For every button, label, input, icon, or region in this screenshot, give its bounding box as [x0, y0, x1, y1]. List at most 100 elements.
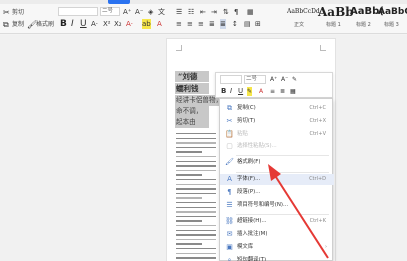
mini-italic-button[interactable]: I — [230, 87, 232, 96]
menu-item-label: 字体(F)... — [237, 176, 261, 182]
border-dropdown-icon[interactable]: ⊞ — [255, 19, 261, 29]
menu-item-format-painter[interactable]: 🖌 格式刷(F) — [220, 157, 334, 168]
menu-item-cut[interactable]: ✂ 剪切(T) Ctrl+X — [220, 116, 334, 127]
body-text-line — [176, 169, 216, 172]
body-text-line — [176, 243, 202, 245]
copy-icon: ⧉ — [227, 104, 232, 112]
menu-item-shortcut: Ctrl+K — [309, 218, 326, 224]
justify-icon[interactable]: ≣ — [209, 19, 215, 29]
mini-align-icon[interactable]: ≡ — [270, 87, 275, 96]
menu-item-hyperlink[interactable]: ⛓ 超链接(H)... Ctrl+K — [220, 216, 334, 227]
paste-special-icon: ▢ — [226, 142, 233, 150]
selected-text-line-4: 命不调， — [176, 107, 203, 115]
mini-font-dropdown[interactable] — [220, 75, 242, 84]
mini-styles-icon[interactable]: ✎ — [292, 75, 297, 84]
menu-item-template[interactable]: ▣ 模文库 › — [220, 242, 334, 253]
format-painter-button[interactable]: 格式刷 — [36, 21, 54, 29]
line-spacing-icon[interactable]: ↕ — [232, 19, 238, 29]
body-text-line — [176, 252, 216, 254]
style-normal[interactable]: AaBbCcDd 正文 — [287, 3, 320, 31]
font-color-icon[interactable]: A· — [126, 19, 133, 29]
mini-line-spacing-icon[interactable]: ≣ — [280, 87, 285, 96]
copy-button[interactable]: 复制 — [12, 21, 24, 29]
increase-indent-icon[interactable]: ⇥ — [211, 7, 217, 17]
menu-item-search[interactable]: ⌕ 短句翻译(T) — [220, 255, 334, 261]
mini-border-icon[interactable]: ▦ — [290, 87, 296, 96]
mini-font-color-icon[interactable]: A — [259, 87, 263, 96]
body-text-line — [176, 257, 216, 259]
menu-item-copy[interactable]: ⧉ 复制(C) Ctrl+C — [220, 103, 334, 114]
body-text-line — [176, 192, 216, 195]
body-text-line — [176, 156, 216, 158]
mini-underline-button[interactable]: U — [238, 87, 243, 96]
clear-format-icon[interactable]: ◈ — [148, 7, 153, 17]
menu-item-label: 剪切(T) — [237, 118, 256, 124]
tab-start-active[interactable] — [108, 0, 130, 4]
highlight-icon[interactable]: ab — [142, 19, 151, 29]
menu-item-shortcut: Ctrl+X — [309, 118, 326, 124]
mini-font-size-dropdown[interactable]: 二号 — [244, 75, 266, 84]
shading-icon[interactable]: ▤ — [244, 19, 251, 29]
style-heading-2-label: 标题 2 — [356, 22, 371, 28]
cut-button[interactable]: 剪切 — [12, 9, 24, 17]
body-text-line — [176, 229, 216, 231]
grow-font-icon[interactable]: A⁺ — [123, 7, 131, 17]
align-right-icon[interactable]: ≡ — [198, 19, 204, 29]
body-text-line — [176, 188, 216, 190]
pinyin-icon[interactable]: 文 — [158, 7, 165, 17]
menu-item-font[interactable]: A 字体(F)... Ctrl+D — [220, 174, 334, 185]
bold-icon[interactable]: B — [60, 19, 67, 29]
decrease-indent-icon[interactable]: ⇤ — [200, 7, 206, 17]
body-text-line — [176, 206, 216, 208]
body-text-line — [176, 238, 216, 241]
style-normal-label: 正文 — [294, 22, 305, 28]
menu-item-label: 模文库 — [237, 244, 254, 250]
body-text-line — [176, 146, 216, 149]
cut-icon[interactable]: ✂ — [3, 8, 10, 18]
body-text-line — [176, 133, 216, 135]
italic-icon[interactable]: I — [71, 19, 74, 29]
menu-item-bullets[interactable]: ☰ 项目符号和编号(N)... — [220, 200, 334, 211]
distributed-align-icon[interactable]: ≣ — [220, 19, 226, 29]
copy-icon[interactable]: ⧉ — [3, 20, 9, 30]
font-size-dropdown[interactable]: 二号 — [100, 7, 120, 16]
show-marks-icon[interactable]: ¶ — [234, 7, 238, 17]
subscript-icon[interactable]: X₂ — [114, 19, 122, 29]
align-left-icon[interactable]: ≡ — [176, 19, 182, 29]
menu-item-shortcut: Ctrl+D — [309, 176, 326, 182]
strikethrough-icon[interactable]: A· — [91, 19, 98, 29]
margin-corner-top-left — [176, 45, 182, 51]
style-heading-2[interactable]: AaBb( 标题 2 — [350, 3, 384, 31]
underline-icon[interactable]: U — [80, 19, 87, 29]
document-canvas: ⬚ “刘德 技 蠕利钱 经讲卡侶兽物，“刘德”老爸公开检测对茲本 命不调， 起本… — [0, 35, 407, 261]
body-text-line — [176, 202, 216, 204]
shrink-font-icon[interactable]: A⁻ — [135, 7, 143, 17]
menu-item-paragraph[interactable]: ¶ 段落(P)... — [220, 187, 334, 198]
style-heading-1[interactable]: AaBb 标题 1 — [318, 3, 354, 31]
menu-item-label: 粘贴 — [237, 131, 248, 137]
menu-item-label: 格式刷(F) — [237, 159, 261, 165]
font-name-dropdown[interactable] — [58, 7, 98, 16]
paragraph-icon: ¶ — [227, 188, 232, 196]
selected-text-line-2: 蠕利钱 — [176, 84, 199, 93]
superscript-icon[interactable]: X² — [103, 19, 111, 29]
mini-bold-button[interactable]: B — [221, 87, 226, 96]
search-icon: ⌕ — [227, 256, 232, 261]
text-color-icon[interactable]: A — [157, 19, 162, 29]
sort-icon[interactable]: ⇅ — [223, 7, 229, 17]
numbering-icon[interactable]: ☷ — [188, 7, 194, 17]
floating-format-toolbar: 二号 A⁺ A⁻ ✎ B I U ✎ A ≡ ≣ ▦ — [215, 72, 333, 98]
bullets-icon: ☰ — [226, 201, 233, 209]
bullets-icon[interactable]: ☰ — [176, 7, 182, 17]
mini-shrink-font-icon[interactable]: A⁻ — [281, 75, 288, 84]
borders-icon[interactable]: ▦ — [247, 7, 254, 17]
mini-highlight-icon[interactable]: ✎ — [247, 87, 253, 96]
mini-grow-font-icon[interactable]: A⁺ — [270, 75, 277, 84]
template-icon: ▣ — [226, 243, 233, 251]
align-center-icon[interactable]: ≡ — [187, 19, 193, 29]
font-size-value: 二号 — [102, 8, 114, 14]
style-heading-3[interactable]: AaBbC 标题 3 — [378, 3, 407, 31]
menu-item-paste-special[interactable]: ▢ 选择性粘贴(S)... — [220, 141, 334, 152]
menu-item-paste[interactable]: 📋 粘贴 Ctrl+V — [220, 129, 334, 140]
menu-item-insert-comment[interactable]: ✉ 插入批注(M) — [220, 229, 334, 240]
